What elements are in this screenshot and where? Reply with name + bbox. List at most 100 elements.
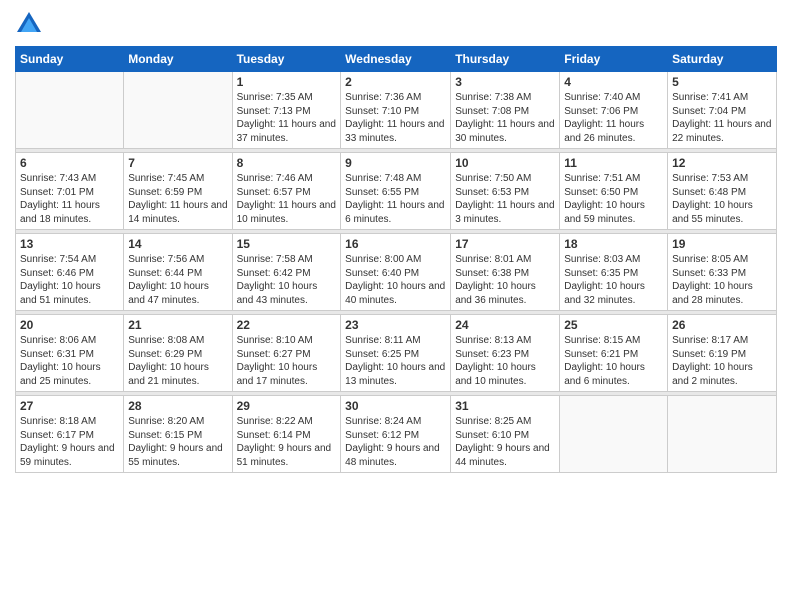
day-info: Sunrise: 7:45 AMSunset: 6:59 PMDaylight:… bbox=[128, 173, 227, 225]
day-info: Sunrise: 8:10 AMSunset: 6:27 PMDaylight:… bbox=[237, 335, 318, 387]
col-sunday: Sunday bbox=[16, 47, 124, 72]
table-row: 7Sunrise: 7:45 AMSunset: 6:59 PMDaylight… bbox=[124, 153, 232, 230]
day-info: Sunrise: 8:13 AMSunset: 6:23 PMDaylight:… bbox=[455, 335, 536, 387]
day-info: Sunrise: 7:40 AMSunset: 7:06 PMDaylight:… bbox=[564, 92, 644, 144]
day-number: 23 bbox=[345, 318, 446, 332]
day-info: Sunrise: 8:20 AMSunset: 6:15 PMDaylight:… bbox=[128, 416, 223, 468]
table-row: 11 Sunrise: 7:51 AMSunset: 6:50 PMDayligh… bbox=[560, 153, 668, 230]
day-info: Sunrise: 7:53 AMSunset: 6:48 PMDaylight:… bbox=[672, 173, 753, 225]
day-number: 8 bbox=[237, 156, 337, 170]
day-info: Sunrise: 8:03 AMSunset: 6:35 PMDaylight:… bbox=[564, 254, 645, 306]
day-number: 2 bbox=[345, 75, 446, 89]
day-number: 22 bbox=[237, 318, 337, 332]
day-number: 19 bbox=[672, 237, 772, 251]
day-number: 14 bbox=[128, 237, 227, 251]
col-monday: Monday bbox=[124, 47, 232, 72]
day-number: 18 bbox=[564, 237, 663, 251]
page-header bbox=[15, 10, 777, 38]
table-row: 26 Sunrise: 8:17 AMSunset: 6:19 PMDayligh… bbox=[668, 315, 777, 392]
calendar-table: Sunday Monday Tuesday Wednesday Thursday… bbox=[15, 46, 777, 473]
table-row: 5 Sunrise: 7:41 AMSunset: 7:04 PMDaylight… bbox=[668, 72, 777, 149]
day-number: 31 bbox=[455, 399, 555, 413]
day-number: 17 bbox=[455, 237, 555, 251]
day-info: Sunrise: 7:51 AMSunset: 6:50 PMDaylight:… bbox=[564, 173, 645, 225]
day-info: Sunrise: 8:00 AMSunset: 6:40 PMDaylight:… bbox=[345, 254, 445, 306]
day-number: 6 bbox=[20, 156, 119, 170]
day-number: 16 bbox=[345, 237, 446, 251]
logo-icon bbox=[15, 10, 43, 38]
table-row: 23 Sunrise: 8:11 AMSunset: 6:25 PMDayligh… bbox=[341, 315, 451, 392]
table-row: 31 Sunrise: 8:25 AMSunset: 6:10 PMDayligh… bbox=[451, 396, 560, 473]
day-number: 29 bbox=[237, 399, 337, 413]
day-info: Sunrise: 7:58 AMSunset: 6:42 PMDaylight:… bbox=[237, 254, 318, 306]
day-number: 27 bbox=[20, 399, 119, 413]
table-row bbox=[124, 72, 232, 149]
calendar-week-2: 6Sunrise: 7:43 AMSunset: 7:01 PMDaylight… bbox=[16, 153, 777, 230]
day-info: Sunrise: 8:05 AMSunset: 6:33 PMDaylight:… bbox=[672, 254, 753, 306]
table-row: 8 Sunrise: 7:46 AMSunset: 6:57 PMDaylight… bbox=[232, 153, 341, 230]
day-number: 15 bbox=[237, 237, 337, 251]
table-row: 14 Sunrise: 7:56 AMSunset: 6:44 PMDayligh… bbox=[124, 234, 232, 311]
table-row: 19 Sunrise: 8:05 AMSunset: 6:33 PMDayligh… bbox=[668, 234, 777, 311]
day-info: Sunrise: 7:38 AMSunset: 7:08 PMDaylight:… bbox=[455, 92, 554, 144]
col-friday: Friday bbox=[560, 47, 668, 72]
day-info: Sunrise: 7:41 AMSunset: 7:04 PMDaylight:… bbox=[672, 92, 771, 144]
table-row: 25Sunrise: 8:15 AMSunset: 6:21 PMDayligh… bbox=[560, 315, 668, 392]
table-row: 18 Sunrise: 8:03 AMSunset: 6:35 PMDayligh… bbox=[560, 234, 668, 311]
table-row: 4Sunrise: 7:40 AMSunset: 7:06 PMDaylight… bbox=[560, 72, 668, 149]
day-info: Sunrise: 8:06 AMSunset: 6:31 PMDaylight:… bbox=[20, 335, 101, 387]
day-number: 20 bbox=[20, 318, 119, 332]
table-row: 1Sunrise: 7:35 AMSunset: 7:13 PMDaylight… bbox=[232, 72, 341, 149]
day-number: 24 bbox=[455, 318, 555, 332]
day-info: Sunrise: 7:36 AMSunset: 7:10 PMDaylight:… bbox=[345, 92, 444, 144]
table-row: 20 Sunrise: 8:06 AMSunset: 6:31 PMDayligh… bbox=[16, 315, 124, 392]
table-row bbox=[16, 72, 124, 149]
calendar-week-3: 13 Sunrise: 7:54 AMSunset: 6:46 PMDayligh… bbox=[16, 234, 777, 311]
day-number: 10 bbox=[455, 156, 555, 170]
table-row: 13 Sunrise: 7:54 AMSunset: 6:46 PMDayligh… bbox=[16, 234, 124, 311]
col-thursday: Thursday bbox=[451, 47, 560, 72]
table-row: 3 Sunrise: 7:38 AMSunset: 7:08 PMDaylight… bbox=[451, 72, 560, 149]
table-row: 10Sunrise: 7:50 AMSunset: 6:53 PMDayligh… bbox=[451, 153, 560, 230]
day-number: 3 bbox=[455, 75, 555, 89]
day-number: 9 bbox=[345, 156, 446, 170]
day-number: 12 bbox=[672, 156, 772, 170]
table-row: 6Sunrise: 7:43 AMSunset: 7:01 PMDaylight… bbox=[16, 153, 124, 230]
day-info: Sunrise: 7:46 AMSunset: 6:57 PMDaylight:… bbox=[237, 173, 336, 225]
day-info: Sunrise: 8:08 AMSunset: 6:29 PMDaylight:… bbox=[128, 335, 209, 387]
day-info: Sunrise: 8:25 AMSunset: 6:10 PMDaylight:… bbox=[455, 416, 550, 468]
day-info: Sunrise: 7:56 AMSunset: 6:44 PMDaylight:… bbox=[128, 254, 209, 306]
table-row: 16 Sunrise: 8:00 AMSunset: 6:40 PMDayligh… bbox=[341, 234, 451, 311]
day-number: 26 bbox=[672, 318, 772, 332]
table-row: 21 Sunrise: 8:08 AMSunset: 6:29 PMDayligh… bbox=[124, 315, 232, 392]
table-row: 29 Sunrise: 8:22 AMSunset: 6:14 PMDayligh… bbox=[232, 396, 341, 473]
table-row: 15 Sunrise: 7:58 AMSunset: 6:42 PMDayligh… bbox=[232, 234, 341, 311]
day-number: 13 bbox=[20, 237, 119, 251]
logo bbox=[15, 10, 47, 38]
day-info: Sunrise: 8:01 AMSunset: 6:38 PMDaylight:… bbox=[455, 254, 536, 306]
day-number: 11 bbox=[564, 156, 663, 170]
day-info: Sunrise: 8:11 AMSunset: 6:25 PMDaylight:… bbox=[345, 335, 445, 387]
table-row: 28 Sunrise: 8:20 AMSunset: 6:15 PMDayligh… bbox=[124, 396, 232, 473]
table-row: 27 Sunrise: 8:18 AMSunset: 6:17 PMDayligh… bbox=[16, 396, 124, 473]
day-number: 5 bbox=[672, 75, 772, 89]
day-number: 21 bbox=[128, 318, 227, 332]
day-info: Sunrise: 7:35 AMSunset: 7:13 PMDaylight:… bbox=[237, 92, 336, 144]
day-info: Sunrise: 8:22 AMSunset: 6:14 PMDaylight:… bbox=[237, 416, 332, 468]
table-row: 9 Sunrise: 7:48 AMSunset: 6:55 PMDaylight… bbox=[341, 153, 451, 230]
day-info: Sunrise: 8:17 AMSunset: 6:19 PMDaylight:… bbox=[672, 335, 753, 387]
calendar-week-1: 1Sunrise: 7:35 AMSunset: 7:13 PMDaylight… bbox=[16, 72, 777, 149]
day-info: Sunrise: 7:54 AMSunset: 6:46 PMDaylight:… bbox=[20, 254, 101, 306]
day-info: Sunrise: 7:48 AMSunset: 6:55 PMDaylight:… bbox=[345, 173, 444, 225]
calendar-week-4: 20 Sunrise: 8:06 AMSunset: 6:31 PMDayligh… bbox=[16, 315, 777, 392]
col-wednesday: Wednesday bbox=[341, 47, 451, 72]
day-number: 25 bbox=[564, 318, 663, 332]
table-row: 2 Sunrise: 7:36 AMSunset: 7:10 PMDaylight… bbox=[341, 72, 451, 149]
day-number: 28 bbox=[128, 399, 227, 413]
day-info: Sunrise: 8:18 AMSunset: 6:17 PMDaylight:… bbox=[20, 416, 115, 468]
table-row: 22 Sunrise: 8:10 AMSunset: 6:27 PMDayligh… bbox=[232, 315, 341, 392]
calendar-container: Sunday Monday Tuesday Wednesday Thursday… bbox=[0, 0, 792, 483]
table-row: 12 Sunrise: 7:53 AMSunset: 6:48 PMDayligh… bbox=[668, 153, 777, 230]
table-row: 24 Sunrise: 8:13 AMSunset: 6:23 PMDayligh… bbox=[451, 315, 560, 392]
table-row: 30Sunrise: 8:24 AMSunset: 6:12 PMDayligh… bbox=[341, 396, 451, 473]
